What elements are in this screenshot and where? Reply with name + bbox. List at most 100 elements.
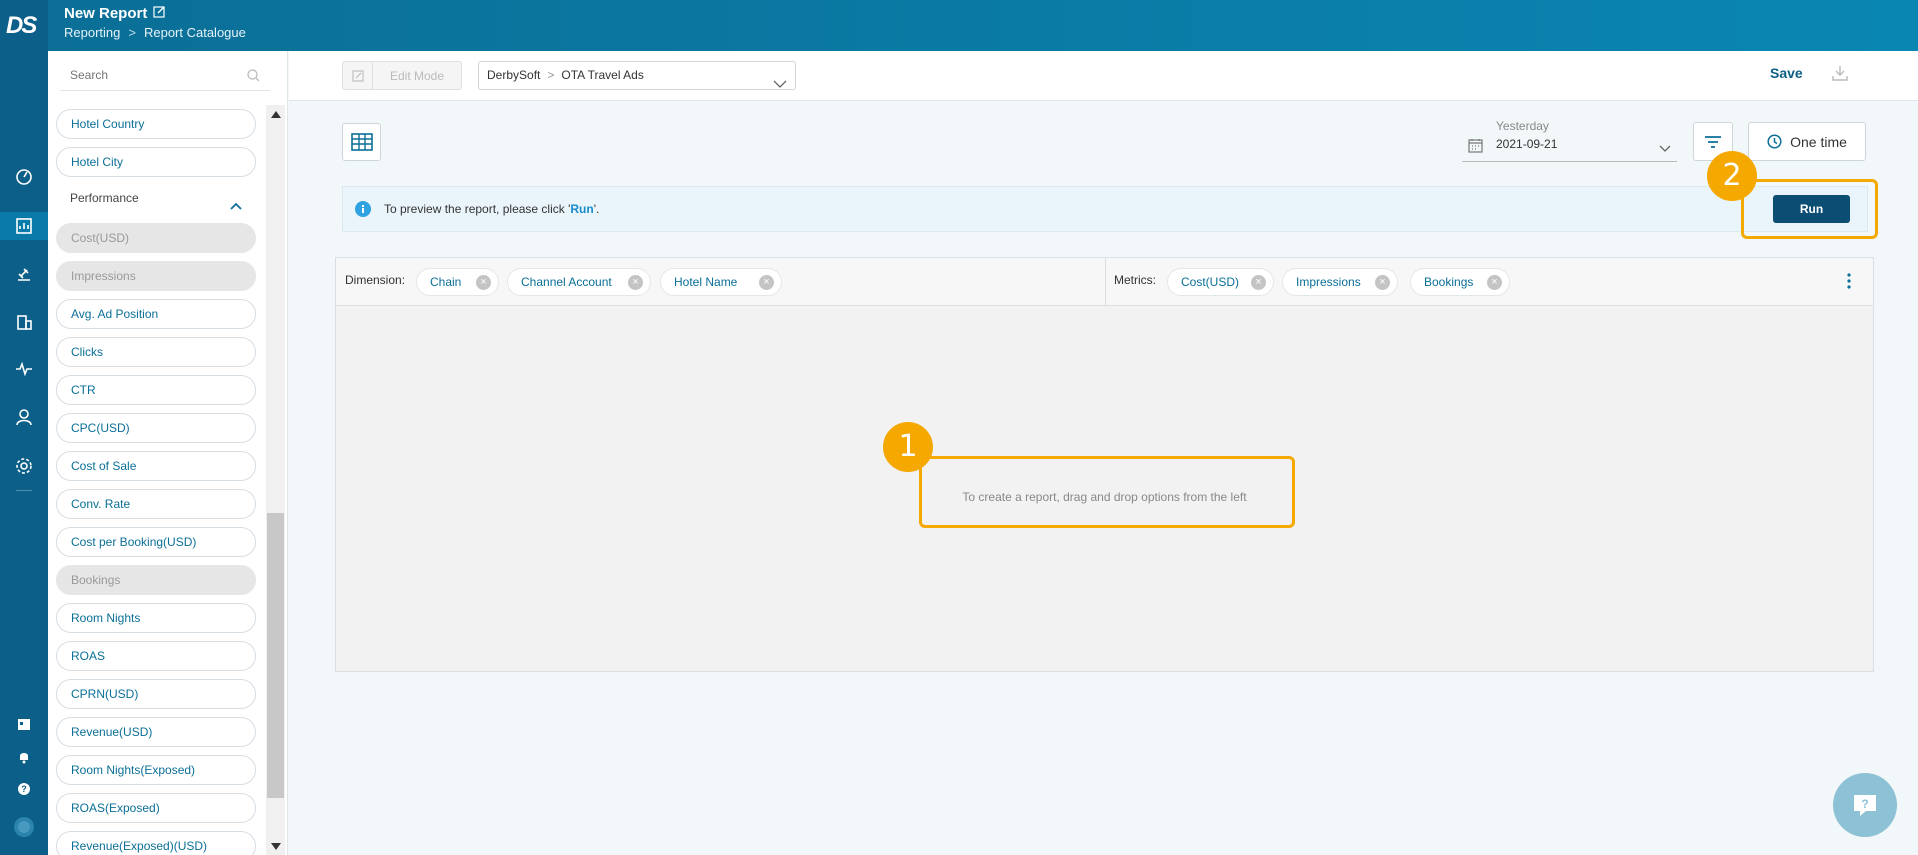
account-selector[interactable]: DerbySoft > OTA Travel Ads xyxy=(478,61,796,90)
edit-mode-button[interactable]: Edit Mode xyxy=(342,61,462,90)
chip-label: Hotel Name xyxy=(674,275,738,289)
report-icon[interactable] xyxy=(0,212,48,240)
selector-separator: > xyxy=(547,68,555,82)
app-header: New Report Reporting > Report Catalogue xyxy=(48,0,1918,51)
scroll-up-arrow-icon[interactable] xyxy=(271,111,281,118)
breadcrumb-report-catalogue[interactable]: Report Catalogue xyxy=(144,25,246,40)
chevron-down-icon xyxy=(1659,140,1671,155)
edit-title-icon[interactable] xyxy=(153,5,166,22)
search-box xyxy=(60,61,270,91)
filter-icon xyxy=(1705,135,1721,148)
schedule-button[interactable]: One time xyxy=(1748,122,1866,161)
scroll-down-arrow-icon[interactable] xyxy=(271,843,281,850)
field-item[interactable]: Room Nights xyxy=(56,603,256,633)
field-item[interactable]: ROAS(Exposed) xyxy=(56,793,256,823)
metric-chip[interactable]: Bookings × xyxy=(1410,268,1510,296)
save-button[interactable]: Save xyxy=(1770,65,1803,81)
app-logo[interactable]: DS xyxy=(6,12,42,42)
chip-label: Chain xyxy=(430,275,462,289)
chat-help-icon: ? xyxy=(1854,795,1876,816)
report-fields-bar: Dimension: Chain × Channel Account × Hot… xyxy=(336,258,1873,306)
field-item[interactable]: Cost per Booking(USD) xyxy=(56,527,256,557)
field-item[interactable]: Cost of Sale xyxy=(56,451,256,481)
help-chat-button[interactable]: ? xyxy=(1833,773,1897,837)
download-icon[interactable] xyxy=(1831,65,1849,84)
dimension-chip[interactable]: Chain × xyxy=(416,268,499,296)
metric-chip[interactable]: Cost(USD) × xyxy=(1167,268,1274,296)
section-label: Performance xyxy=(70,191,139,205)
chip-label: Impressions xyxy=(1296,275,1361,289)
remove-chip-icon[interactable]: × xyxy=(1487,275,1502,290)
notice-text: To preview the report, please click 'Run… xyxy=(384,202,600,216)
dashboard-icon[interactable] xyxy=(12,164,36,188)
field-item: Bookings xyxy=(56,565,256,595)
chevron-up-icon[interactable] xyxy=(230,193,242,219)
search-icon[interactable] xyxy=(247,69,260,85)
page-title: New Report xyxy=(64,5,166,22)
remove-chip-icon[interactable]: × xyxy=(628,275,643,290)
auction-icon[interactable] xyxy=(12,262,36,286)
field-item[interactable]: Conv. Rate xyxy=(56,489,256,519)
building-icon[interactable] xyxy=(12,310,36,334)
remove-chip-icon[interactable]: × xyxy=(1375,275,1390,290)
breadcrumb-separator: > xyxy=(128,25,136,40)
metrics-label: Metrics: xyxy=(1114,273,1156,287)
calendar-icon xyxy=(1468,138,1483,156)
table-icon xyxy=(350,133,373,151)
remove-chip-icon[interactable]: × xyxy=(759,275,774,290)
dimension-label: Dimension: xyxy=(345,273,406,287)
section-performance[interactable]: Performance xyxy=(56,185,256,211)
settings-icon[interactable] xyxy=(12,454,36,478)
calendar-icon[interactable] xyxy=(12,712,36,736)
chevron-down-icon xyxy=(773,71,787,98)
bell-icon[interactable] xyxy=(12,745,36,769)
more-options-icon[interactable] xyxy=(1847,272,1851,293)
field-item[interactable]: CTR xyxy=(56,375,256,405)
field-item[interactable]: ROAS xyxy=(56,641,256,671)
report-toolbar: Edit Mode DerbySoft > OTA Travel Ads Save xyxy=(289,51,1918,101)
field-item[interactable]: Hotel City xyxy=(56,147,256,177)
callout-box-2 xyxy=(1741,179,1878,239)
sidebar-scroll-thumb[interactable] xyxy=(267,513,284,798)
nav-rail: DS ? xyxy=(0,0,48,855)
svg-text:?: ? xyxy=(21,784,27,794)
date-picker[interactable]: Yesterday 2021-09-21 xyxy=(1462,118,1677,162)
field-item: Impressions xyxy=(56,261,256,291)
activity-icon[interactable] xyxy=(12,357,36,381)
chip-label: Bookings xyxy=(1424,275,1474,289)
product-name: OTA Travel Ads xyxy=(561,68,644,82)
avatar[interactable] xyxy=(12,815,36,839)
user-icon[interactable] xyxy=(12,405,36,429)
edit-icon xyxy=(343,62,373,89)
field-item: Cost(USD) xyxy=(56,223,256,253)
help-icon[interactable]: ? xyxy=(12,777,36,801)
remove-chip-icon[interactable]: × xyxy=(476,275,491,290)
field-item[interactable]: Avg. Ad Position xyxy=(56,299,256,329)
field-item[interactable]: Revenue(Exposed)(USD) xyxy=(56,831,256,855)
table-view-button[interactable] xyxy=(342,123,381,161)
metric-chip[interactable]: Impressions × xyxy=(1282,268,1398,296)
field-item[interactable]: Clicks xyxy=(56,337,256,367)
dimension-chip[interactable]: Hotel Name × xyxy=(660,268,782,296)
field-item[interactable]: CPRN(USD) xyxy=(56,679,256,709)
field-item[interactable]: Revenue(USD) xyxy=(56,717,256,747)
clock-icon xyxy=(1767,134,1782,149)
field-item[interactable]: Hotel Country xyxy=(56,109,256,139)
breadcrumb-reporting[interactable]: Reporting xyxy=(64,25,120,40)
field-item[interactable]: CPC(USD) xyxy=(56,413,256,443)
field-item[interactable]: Room Nights(Exposed) xyxy=(56,755,256,785)
preview-notice: To preview the report, please click 'Run… xyxy=(342,186,1868,232)
remove-chip-icon[interactable]: × xyxy=(1251,275,1266,290)
rail-divider xyxy=(16,490,32,491)
callout-badge-1: 1 xyxy=(883,422,933,472)
account-name: DerbySoft xyxy=(487,68,541,82)
date-range-label: Yesterday xyxy=(1496,119,1549,133)
dimension-chip[interactable]: Channel Account × xyxy=(507,268,651,296)
date-value: 2021-09-21 xyxy=(1496,137,1558,151)
callout-box-1 xyxy=(919,456,1295,528)
schedule-label: One time xyxy=(1790,133,1847,150)
info-icon xyxy=(355,201,371,220)
report-title: New Report xyxy=(64,5,148,22)
search-input[interactable] xyxy=(60,61,240,89)
notice-run-link: Run xyxy=(570,202,594,216)
